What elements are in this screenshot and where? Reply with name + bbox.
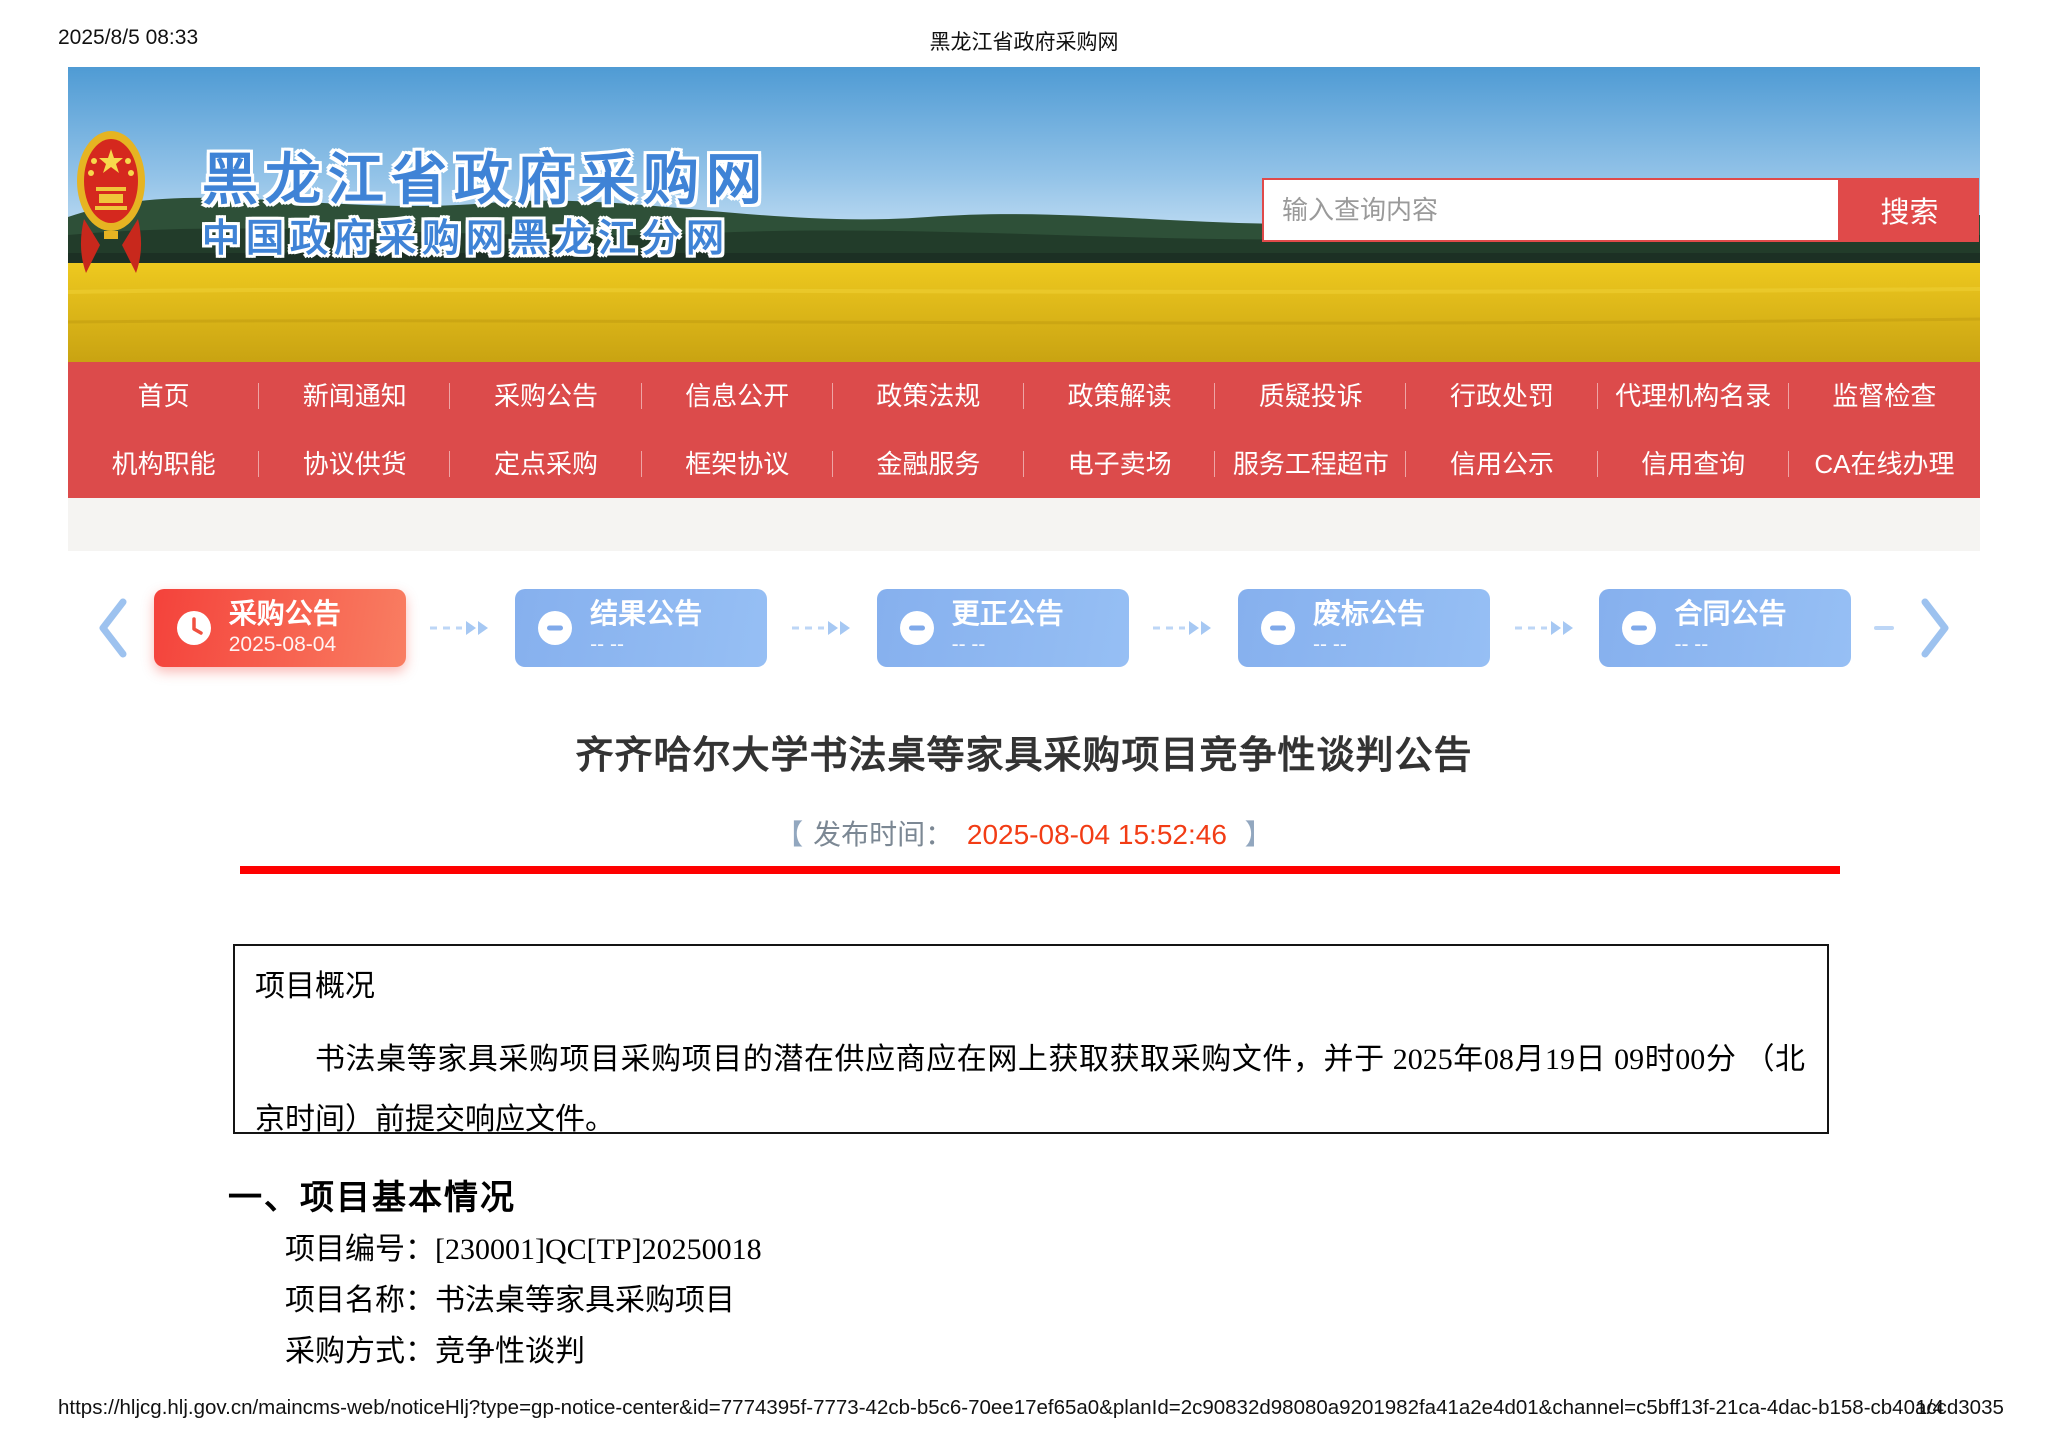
flow-card-1[interactable]: 采购公告 2025-08-04 <box>154 589 406 667</box>
nav-item-r1-3[interactable]: 采购公告 <box>450 362 641 430</box>
print-footer-page-number: 1/4 <box>1916 1396 1945 1420</box>
search-input[interactable] <box>1262 178 1840 242</box>
flow-card-text: 废标公告 -- -- <box>1313 599 1425 657</box>
flow-arrow-icon <box>1151 619 1215 637</box>
chevron-right-icon <box>1917 596 1953 660</box>
chevron-left-icon <box>95 596 131 660</box>
item-label: 项目名称： <box>285 1284 435 1317</box>
nav-item-r1-2[interactable]: 新闻通知 <box>259 362 450 430</box>
project-info-item-3: 采购方式：竞争性谈判 <box>285 1326 762 1377</box>
flow-card-5[interactable]: 合同公告 -- -- <box>1599 589 1851 667</box>
flow-arrow-icon <box>428 619 492 637</box>
flow-card-label: 合同公告 <box>1674 599 1786 630</box>
flow-arrow-icon <box>1513 619 1577 637</box>
site-subtitle: 中国政府采购网黑龙江分网 <box>202 207 730 262</box>
notice-flow-carousel: 采购公告 2025-08-04 结果公告 -- -- 更正公告 -- -- 废标… <box>95 588 1953 668</box>
nav-item-r2-6[interactable]: 电子卖场 <box>1024 430 1215 498</box>
nav-item-r2-5[interactable]: 金融服务 <box>833 430 1024 498</box>
flow-card-4[interactable]: 废标公告 -- -- <box>1238 589 1490 667</box>
item-label: 项目编号： <box>285 1233 435 1266</box>
search-bar: 搜索 <box>1262 178 1979 242</box>
flow-card-date: -- -- <box>1674 633 1786 657</box>
site-title: 黑龙江省政府采购网 <box>202 135 769 216</box>
flow-arrow <box>1151 619 1215 637</box>
nav-item-r1-9[interactable]: 代理机构名录 <box>1598 362 1789 430</box>
minus-icon <box>1260 610 1296 646</box>
item-value: [230001]QC[TP]20250018 <box>435 1233 762 1266</box>
nav-item-r2-9[interactable]: 信用查询 <box>1598 430 1789 498</box>
minus-icon <box>1621 610 1657 646</box>
flow-card-label: 采购公告 <box>229 599 341 630</box>
nav-item-r1-7[interactable]: 质疑投诉 <box>1215 362 1406 430</box>
flow-next-button[interactable] <box>1917 596 1953 660</box>
nav-item-r2-10[interactable]: CA在线办理 <box>1789 430 1980 498</box>
project-overview-box: 项目概况 书法桌等家具采购项目采购项目的潜在供应商应在网上获取获取采购文件，并于… <box>233 944 1829 1134</box>
flow-card-label: 废标公告 <box>1313 599 1425 630</box>
flow-card-text: 采购公告 2025-08-04 <box>229 599 341 657</box>
nav-item-r2-3[interactable]: 定点采购 <box>450 430 641 498</box>
flow-card-3[interactable]: 更正公告 -- -- <box>877 589 1129 667</box>
national-emblem-icon <box>74 123 148 291</box>
flow-card-date: -- -- <box>590 633 702 657</box>
flow-arrow <box>790 619 854 637</box>
nav-item-r1-1[interactable]: 首页 <box>68 362 259 430</box>
site-banner: 黑龙江省政府采购网 中国政府采购网黑龙江分网 搜索 <box>68 67 1980 362</box>
minus-icon <box>899 610 935 646</box>
main-navigation: 首页新闻通知采购公告信息公开政策法规政策解读质疑投诉行政处罚代理机构名录监督检查… <box>68 362 1980 498</box>
nav-item-r2-8[interactable]: 信用公示 <box>1406 430 1597 498</box>
project-info-list: 项目编号：[230001]QC[TP]20250018项目名称：书法桌等家具采购… <box>285 1224 762 1377</box>
site-logo[interactable]: 黑龙江省政府采购网 中国政府采购网黑龙江分网 <box>68 67 848 362</box>
bracket-right: 】 <box>1245 819 1273 850</box>
item-value: 竞争性谈判 <box>435 1335 585 1368</box>
item-label: 采购方式： <box>285 1335 435 1368</box>
item-value: 书法桌等家具采购项目 <box>435 1284 735 1317</box>
search-button[interactable]: 搜索 <box>1840 178 1979 242</box>
minus-icon <box>537 610 573 646</box>
nav-item-r1-4[interactable]: 信息公开 <box>642 362 833 430</box>
overview-body: 书法桌等家具采购项目采购项目的潜在供应商应在网上获取获取采购文件，并于 2025… <box>255 1030 1805 1150</box>
flow-card-date: -- -- <box>952 633 1064 657</box>
publish-time-value: 2025-08-04 15:52:46 <box>967 819 1227 850</box>
nav-row-2: 机构职能协议供货定点采购框架协议金融服务电子卖场服务工程超市信用公示信用查询CA… <box>68 430 1980 498</box>
nav-item-r1-10[interactable]: 监督检查 <box>1789 362 1980 430</box>
flow-card-label: 结果公告 <box>590 599 702 630</box>
nav-item-r2-4[interactable]: 框架协议 <box>642 430 833 498</box>
nav-item-r1-6[interactable]: 政策解读 <box>1024 362 1215 430</box>
nav-item-r2-1[interactable]: 机构职能 <box>68 430 259 498</box>
nav-item-r2-7[interactable]: 服务工程超市 <box>1215 430 1406 498</box>
flow-card-text: 结果公告 -- -- <box>590 599 702 657</box>
nav-item-r1-5[interactable]: 政策法规 <box>833 362 1024 430</box>
print-header-title: 黑龙江省政府采购网 <box>0 26 2048 56</box>
nav-item-r1-8[interactable]: 行政处罚 <box>1406 362 1597 430</box>
flow-arrow <box>428 619 492 637</box>
flow-card-text: 更正公告 -- -- <box>952 599 1064 657</box>
publish-time-row: 【 发布时间： 2025-08-04 15:52:46 】 <box>0 813 2048 853</box>
nav-item-r2-2[interactable]: 协议供货 <box>259 430 450 498</box>
flow-card-date: 2025-08-04 <box>229 633 341 657</box>
clock-icon <box>176 610 212 646</box>
flow-card-text: 合同公告 -- -- <box>1674 599 1786 657</box>
nav-bottom-strip <box>68 498 1980 551</box>
print-footer-url: https://hljcg.hlj.gov.cn/maincms-web/not… <box>58 1396 2004 1420</box>
red-divider <box>240 866 1840 874</box>
flow-arrow <box>1513 619 1577 637</box>
page-title: 齐齐哈尔大学书法桌等家具采购项目竞争性谈判公告 <box>0 724 2048 779</box>
flow-card-label: 更正公告 <box>952 599 1064 630</box>
nav-row-1: 首页新闻通知采购公告信息公开政策法规政策解读质疑投诉行政处罚代理机构名录监督检查 <box>68 362 1980 430</box>
flow-card-date: -- -- <box>1313 633 1425 657</box>
flow-prev-button[interactable] <box>95 596 131 660</box>
project-info-item-1: 项目编号：[230001]QC[TP]20250018 <box>285 1224 762 1275</box>
flow-arrow-icon <box>790 619 854 637</box>
section-heading: 一、项目基本情况 <box>228 1170 516 1219</box>
flow-card-2[interactable]: 结果公告 -- -- <box>515 589 767 667</box>
overview-title: 项目概况 <box>255 970 1805 1004</box>
bracket-left: 【 <box>775 819 803 850</box>
publish-time-label: 发布时间： <box>813 819 953 850</box>
project-info-item-2: 项目名称：书法桌等家具采购项目 <box>285 1275 762 1326</box>
flow-dash-icon <box>1874 626 1894 630</box>
